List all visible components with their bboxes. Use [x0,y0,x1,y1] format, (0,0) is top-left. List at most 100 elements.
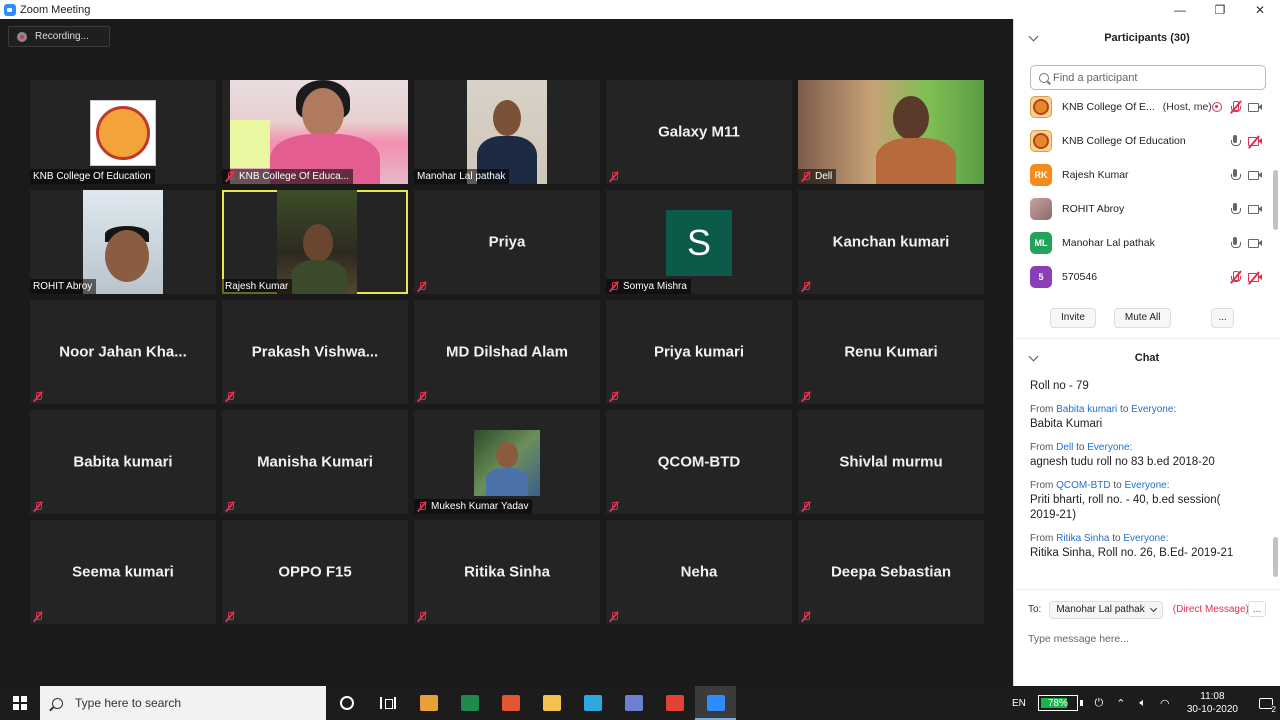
message-sender[interactable]: Dell [1056,442,1073,453]
video-tile[interactable]: KNB College Of Educa... [222,80,408,184]
volume-icon[interactable]: 🔈︎ [1137,697,1149,709]
mic-icon[interactable] [1230,135,1241,147]
participant-row[interactable]: 5 570546 [1014,260,1280,294]
video-grid: KNB College Of Education KNB College Of E… [30,80,985,624]
camera-off-icon[interactable] [1248,271,1262,285]
file-explorer-icon [542,695,561,711]
video-tile[interactable]: QCOM-BTD [606,410,792,514]
tile-label [606,609,627,624]
video-tile[interactable]: Priya kumari [606,300,792,404]
message-recipient[interactable]: Everyone [1124,480,1166,491]
video-tile[interactable]: ROHIT Abroy [30,190,216,294]
taskbar-app-zoom[interactable] [695,686,736,720]
mic-muted-icon[interactable] [1230,270,1242,284]
camera-icon[interactable] [1248,170,1262,180]
mic-muted-icon[interactable] [1230,100,1242,114]
video-tile[interactable]: Ritika Sinha [414,520,600,624]
video-tile[interactable]: Shivlal murmu [798,410,984,514]
participant-row[interactable]: RK Rajesh Kumar [1014,158,1280,192]
video-tile[interactable]: S Somya Mishra [606,190,792,294]
minimize-button[interactable]: — [1160,0,1200,19]
message-sender[interactable]: Babita kumari [1056,404,1117,415]
more-button[interactable]: ... [1211,307,1234,328]
video-tile[interactable]: Neha [606,520,792,624]
chat-scrollbar[interactable] [1273,537,1278,577]
mic-icon[interactable] [1230,203,1241,215]
message-recipient[interactable]: Everyone [1123,533,1165,544]
video-tile[interactable]: MD Dilshad Alam [414,300,600,404]
taskbar-app-file-explorer[interactable] [531,686,572,720]
camera-off-icon[interactable] [1248,135,1262,149]
mute-all-button[interactable]: Mute All [1113,307,1172,328]
to-label: To: [1028,604,1042,615]
participant-row[interactable]: KNB College Of E... (Host, me) [1014,90,1280,124]
video-tile[interactable]: Babita kumari [30,410,216,514]
language-indicator[interactable]: EN [1012,698,1026,709]
video-tile[interactable]: Dell [798,80,984,184]
mic-muted-icon [609,611,619,622]
chevron-up-icon[interactable]: ⌃ [1115,697,1127,710]
video-tile[interactable]: Priya [414,190,600,294]
taskbar-app-store[interactable] [408,686,449,720]
participant-search-input[interactable] [1053,71,1253,84]
video-tile[interactable]: OPPO F15 [222,520,408,624]
message-recipient[interactable]: Everyone [1131,404,1173,415]
taskbar-search-input[interactable] [75,696,305,710]
tile-label: KNB College Of Education [30,169,155,184]
participant-status [1230,135,1262,149]
participant-search[interactable] [1030,65,1266,90]
video-tile[interactable]: Seema kumari [30,520,216,624]
maximize-button[interactable]: ❐ [1200,0,1240,19]
mic-icon[interactable] [1230,237,1241,249]
message-recipient[interactable]: Everyone [1087,442,1129,453]
clock[interactable]: 11:08 30-10-2020 [1187,690,1238,716]
video-tile[interactable]: Noor Jahan Kha... [30,300,216,404]
task-view-button[interactable] [367,686,408,720]
power-icon[interactable]: ⏻ [1093,697,1105,709]
video-tile[interactable]: Deepa Sebastian [798,520,984,624]
invite-button[interactable]: Invite [1050,307,1096,328]
taskbar-app-excel[interactable] [449,686,490,720]
video-gallery: Recording... KNB College Of Education KNB… [0,19,1013,686]
video-tile[interactable]: Kanchan kumari [798,190,984,294]
recording-indicator[interactable]: Recording... [8,26,110,47]
chevron-down-icon[interactable] [1028,31,1039,42]
video-tile[interactable]: Renu Kumari [798,300,984,404]
chat-more-button[interactable]: ... [1248,601,1266,617]
wifi-icon[interactable]: ◠ [1159,697,1171,710]
zoom-app-icon [4,3,16,16]
video-tile[interactable]: Mukesh Kumar Yadav [414,410,600,514]
taskbar-app-photo-app[interactable] [613,686,654,720]
mic-icon[interactable] [1230,169,1241,181]
video-tile[interactable]: Galaxy M11 [606,80,792,184]
video-tile[interactable]: Prakash Vishwa... [222,300,408,404]
message-sender[interactable]: QCOM-BTD [1056,480,1110,491]
message-sender[interactable]: Ritika Sinha [1056,533,1109,544]
participant-row[interactable]: ML Manohar Lal pathak [1014,226,1280,260]
notification-button[interactable]: 2 [1252,686,1280,720]
camera-icon[interactable] [1248,204,1262,214]
video-tile[interactable]: Rajesh Kumar [222,190,408,294]
camera-icon[interactable] [1248,102,1262,112]
camera-icon[interactable] [1248,238,1262,248]
chevron-down-icon[interactable] [1028,351,1039,362]
participant-scrollbar[interactable] [1273,170,1278,230]
close-button[interactable]: ✕ [1240,0,1280,19]
taskbar-search[interactable] [40,686,326,720]
video-tile[interactable]: Manohar Lal pathak [414,80,600,184]
recipient-select[interactable]: Manohar Lal pathak [1049,600,1163,619]
start-button[interactable] [0,686,40,720]
cortana-button[interactable] [326,686,367,720]
taskbar-app-edge[interactable] [572,686,613,720]
taskbar-app-ie-edit[interactable] [490,686,531,720]
taskbar-app-chrome[interactable] [654,686,695,720]
video-tile[interactable]: Manisha Kumari [222,410,408,514]
video-tile[interactable]: KNB College Of Education [30,80,216,184]
participant-row[interactable]: ROHIT Abroy [1014,192,1280,226]
battery-indicator[interactable]: 78% [1037,695,1078,711]
window-controls: — ❐ ✕ [1160,0,1280,19]
chat-message-input[interactable] [1028,633,1258,645]
chrome-icon [665,695,684,711]
recipient-name: Manohar Lal pathak [1056,604,1145,615]
participant-row[interactable]: KNB College Of Education [1014,124,1280,158]
